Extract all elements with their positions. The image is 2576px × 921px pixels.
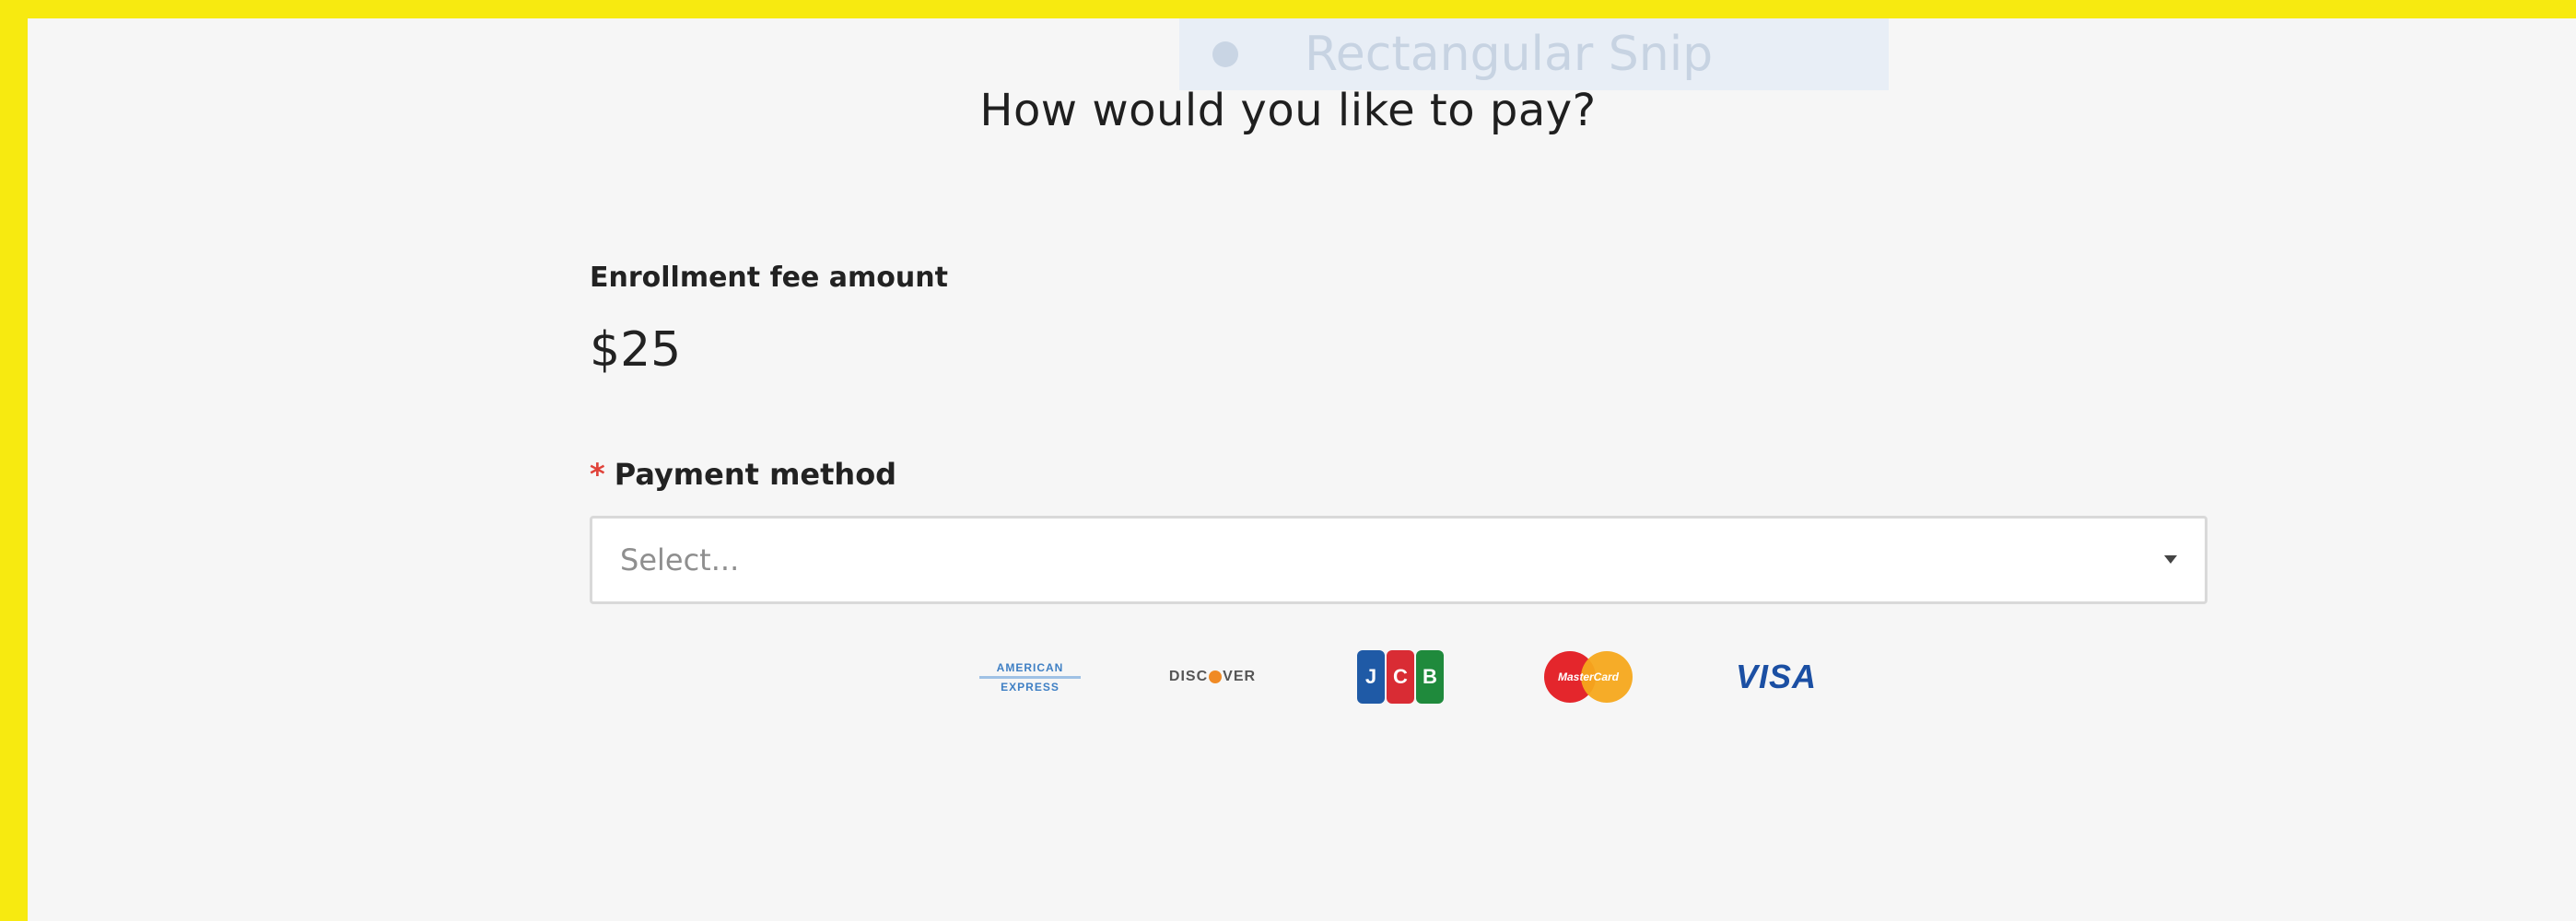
jcb-segment-j: J: [1357, 650, 1385, 704]
mastercard-logo: MasterCard: [1533, 645, 1644, 709]
mastercard-logo-text: MasterCard: [1557, 670, 1620, 683]
accepted-cards: AMERICAN EXPRESS DISC VER J C B MasterCar…: [0, 645, 2576, 709]
jcb-logo: J C B: [1354, 645, 1446, 709]
page-title: How would you like to pay?: [979, 85, 1597, 136]
discover-dot-icon: [1209, 670, 1223, 683]
jcb-segment-b: B: [1416, 650, 1444, 704]
enrollment-fee-amount: $25: [590, 322, 682, 378]
amex-logo-line1: AMERICAN: [996, 660, 1064, 674]
enrollment-fee-label: Enrollment fee amount: [590, 262, 948, 294]
discover-logo-text: DISC VER: [1169, 669, 1256, 685]
payment-method-label-text: Payment method: [614, 457, 897, 492]
amex-logo-line2: EXPRESS: [1001, 680, 1060, 694]
amex-logo: AMERICAN EXPRESS: [975, 645, 1085, 709]
payment-method-label: * Payment method: [590, 457, 896, 492]
rectangular-snip-overlay: Rectangular Snip: [1179, 18, 1889, 90]
visa-logo: VISA: [1721, 645, 1832, 709]
visa-logo-text: VISA: [1735, 658, 1818, 695]
payment-method-select[interactable]: Select...: [590, 516, 2207, 604]
discover-logo-post: VER: [1223, 669, 1257, 684]
snip-icon: [1212, 41, 1238, 67]
chevron-down-icon[interactable]: [2164, 555, 2177, 564]
amex-logo-bar: [979, 675, 1081, 679]
snip-label: Rectangular Snip: [1305, 27, 1714, 82]
jcb-segment-c: C: [1387, 650, 1414, 704]
discover-logo: DISC VER: [1157, 645, 1268, 709]
discover-logo-pre: DISC: [1168, 669, 1209, 684]
page-frame: [0, 0, 2576, 921]
required-marker: *: [590, 457, 605, 492]
payment-method-placeholder: Select...: [620, 542, 740, 577]
